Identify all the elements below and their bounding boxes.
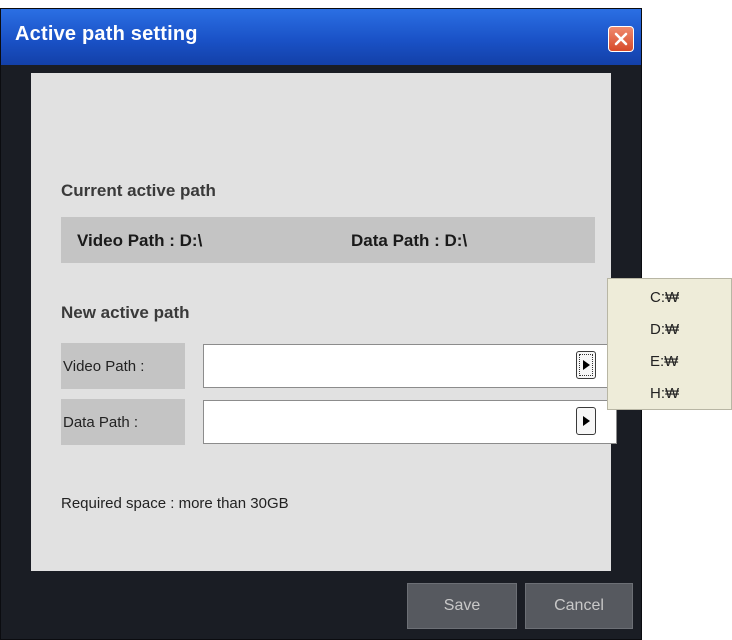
drive-menu-item[interactable]: H:₩ — [650, 385, 679, 402]
save-button[interactable]: Save — [407, 583, 517, 629]
video-path-label: Video Path : — [61, 343, 185, 389]
required-space-note: Required space : more than 30GB — [61, 495, 289, 512]
video-path-browse-button[interactable] — [576, 351, 596, 379]
cancel-button[interactable]: Cancel — [525, 583, 633, 629]
close-icon — [614, 32, 628, 46]
drive-menu-item[interactable]: E:₩ — [650, 353, 678, 370]
current-path-heading: Current active path — [61, 181, 216, 200]
data-path-browse-button[interactable] — [576, 407, 596, 435]
data-path-input[interactable] — [203, 400, 617, 444]
new-path-heading: New active path — [61, 303, 190, 322]
video-path-input[interactable] — [203, 344, 617, 388]
drive-dropdown-menu: C:₩ D:₩ E:₩ H:₩ — [607, 278, 732, 410]
data-path-label: Data Path : — [61, 399, 185, 445]
content-panel: Current active path Video Path : D:\ Dat… — [31, 73, 617, 571]
current-data-path: Data Path : D:\ — [351, 231, 468, 250]
play-arrow-icon — [583, 416, 590, 426]
current-video-path: Video Path : D:\ — [77, 231, 203, 250]
drive-menu-item[interactable]: C:₩ — [650, 289, 679, 306]
active-path-dialog: Active path setting Current active path … — [0, 8, 642, 640]
title-bar[interactable]: Active path setting — [1, 9, 641, 65]
close-button[interactable] — [608, 26, 634, 52]
drive-menu-item[interactable]: D:₩ — [650, 321, 679, 338]
play-arrow-icon — [583, 360, 590, 370]
window-title: Active path setting — [15, 23, 198, 45]
